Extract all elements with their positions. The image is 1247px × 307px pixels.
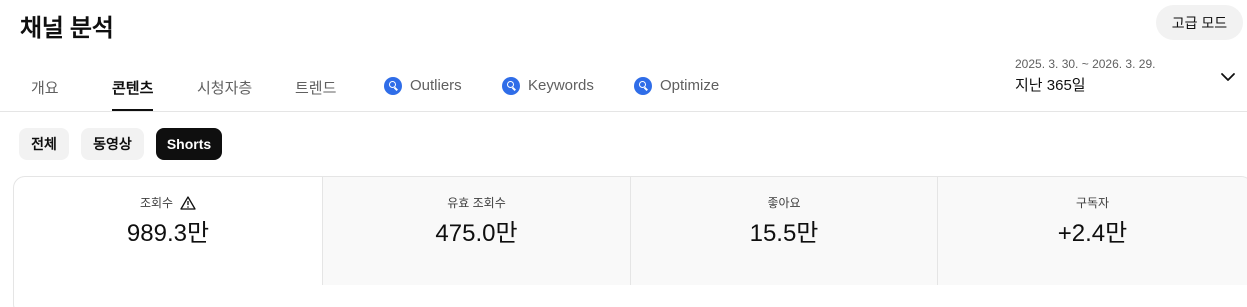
date-range-selector[interactable]: 2025. 3. 30. ~ 2026. 3. 29. 지난 365일 [1015,56,1240,100]
tab-label: 트렌드 [295,80,337,97]
tab-label: 시청자층 [197,80,253,97]
tab-trends[interactable]: 트렌드 [295,62,336,111]
tab-label: Outliers [410,77,462,94]
page-title: 채널 분석 [20,15,114,42]
warning-icon[interactable] [180,195,196,210]
tab-keywords[interactable]: Keywords [502,62,594,111]
tab-label: Keywords [528,77,594,94]
tab-overview[interactable]: 개요 [31,62,59,111]
tabs-divider [0,111,1247,112]
metric-label: 구독자 [1075,196,1110,210]
metric-value: 15.5만 [749,220,819,247]
metric-label: 유효 조회수 [447,196,506,210]
filter-chip-all[interactable]: 전체 [19,128,69,160]
metric-label: 좋아요 [767,196,801,210]
advanced-mode-button[interactable]: 고급 모드 [1156,5,1243,40]
metric-likes[interactable]: 좋아요 15.5만 [630,177,937,285]
tab-outliers[interactable]: Outliers [384,62,462,111]
date-range-label: 지난 365일 [1015,77,1086,94]
tab-label: 콘텐츠 [112,80,154,97]
tab-label: Optimize [660,77,720,94]
magnifier-badge-icon [502,77,520,95]
metric-subscribers[interactable]: 구독자 +2.4만 [937,177,1247,285]
date-range-text: 2025. 3. 30. ~ 2026. 3. 29. [1015,57,1156,71]
magnifier-badge-icon [634,77,652,95]
metric-engaged-views[interactable]: 유효 조회수 475.0만 [322,177,630,285]
analytics-tabs: 개요 콘텐츠 시청자층 트렌드 Outliers Keywords Optimi… [0,62,760,112]
filter-chip-videos[interactable]: 동영상 [81,128,144,160]
metric-value: +2.4만 [1057,220,1128,247]
metric-label: 조회수 [139,196,174,210]
metric-value: 475.0만 [435,220,518,247]
tab-label: 개요 [31,80,59,97]
chevron-down-icon [1221,73,1235,81]
tab-optimize[interactable]: Optimize [634,62,719,111]
metrics-card: 조회수 989.3만 유효 조회수 475.0만 좋아요 15.5만 구독자 +… [13,176,1247,307]
tab-audience[interactable]: 시청자층 [197,62,252,111]
metric-views[interactable]: 조회수 989.3만 [14,177,322,285]
metric-value: 989.3만 [126,220,210,247]
magnifier-badge-icon [384,77,402,95]
tab-content[interactable]: 콘텐츠 [112,62,154,111]
filter-chip-shorts[interactable]: Shorts [156,128,222,160]
